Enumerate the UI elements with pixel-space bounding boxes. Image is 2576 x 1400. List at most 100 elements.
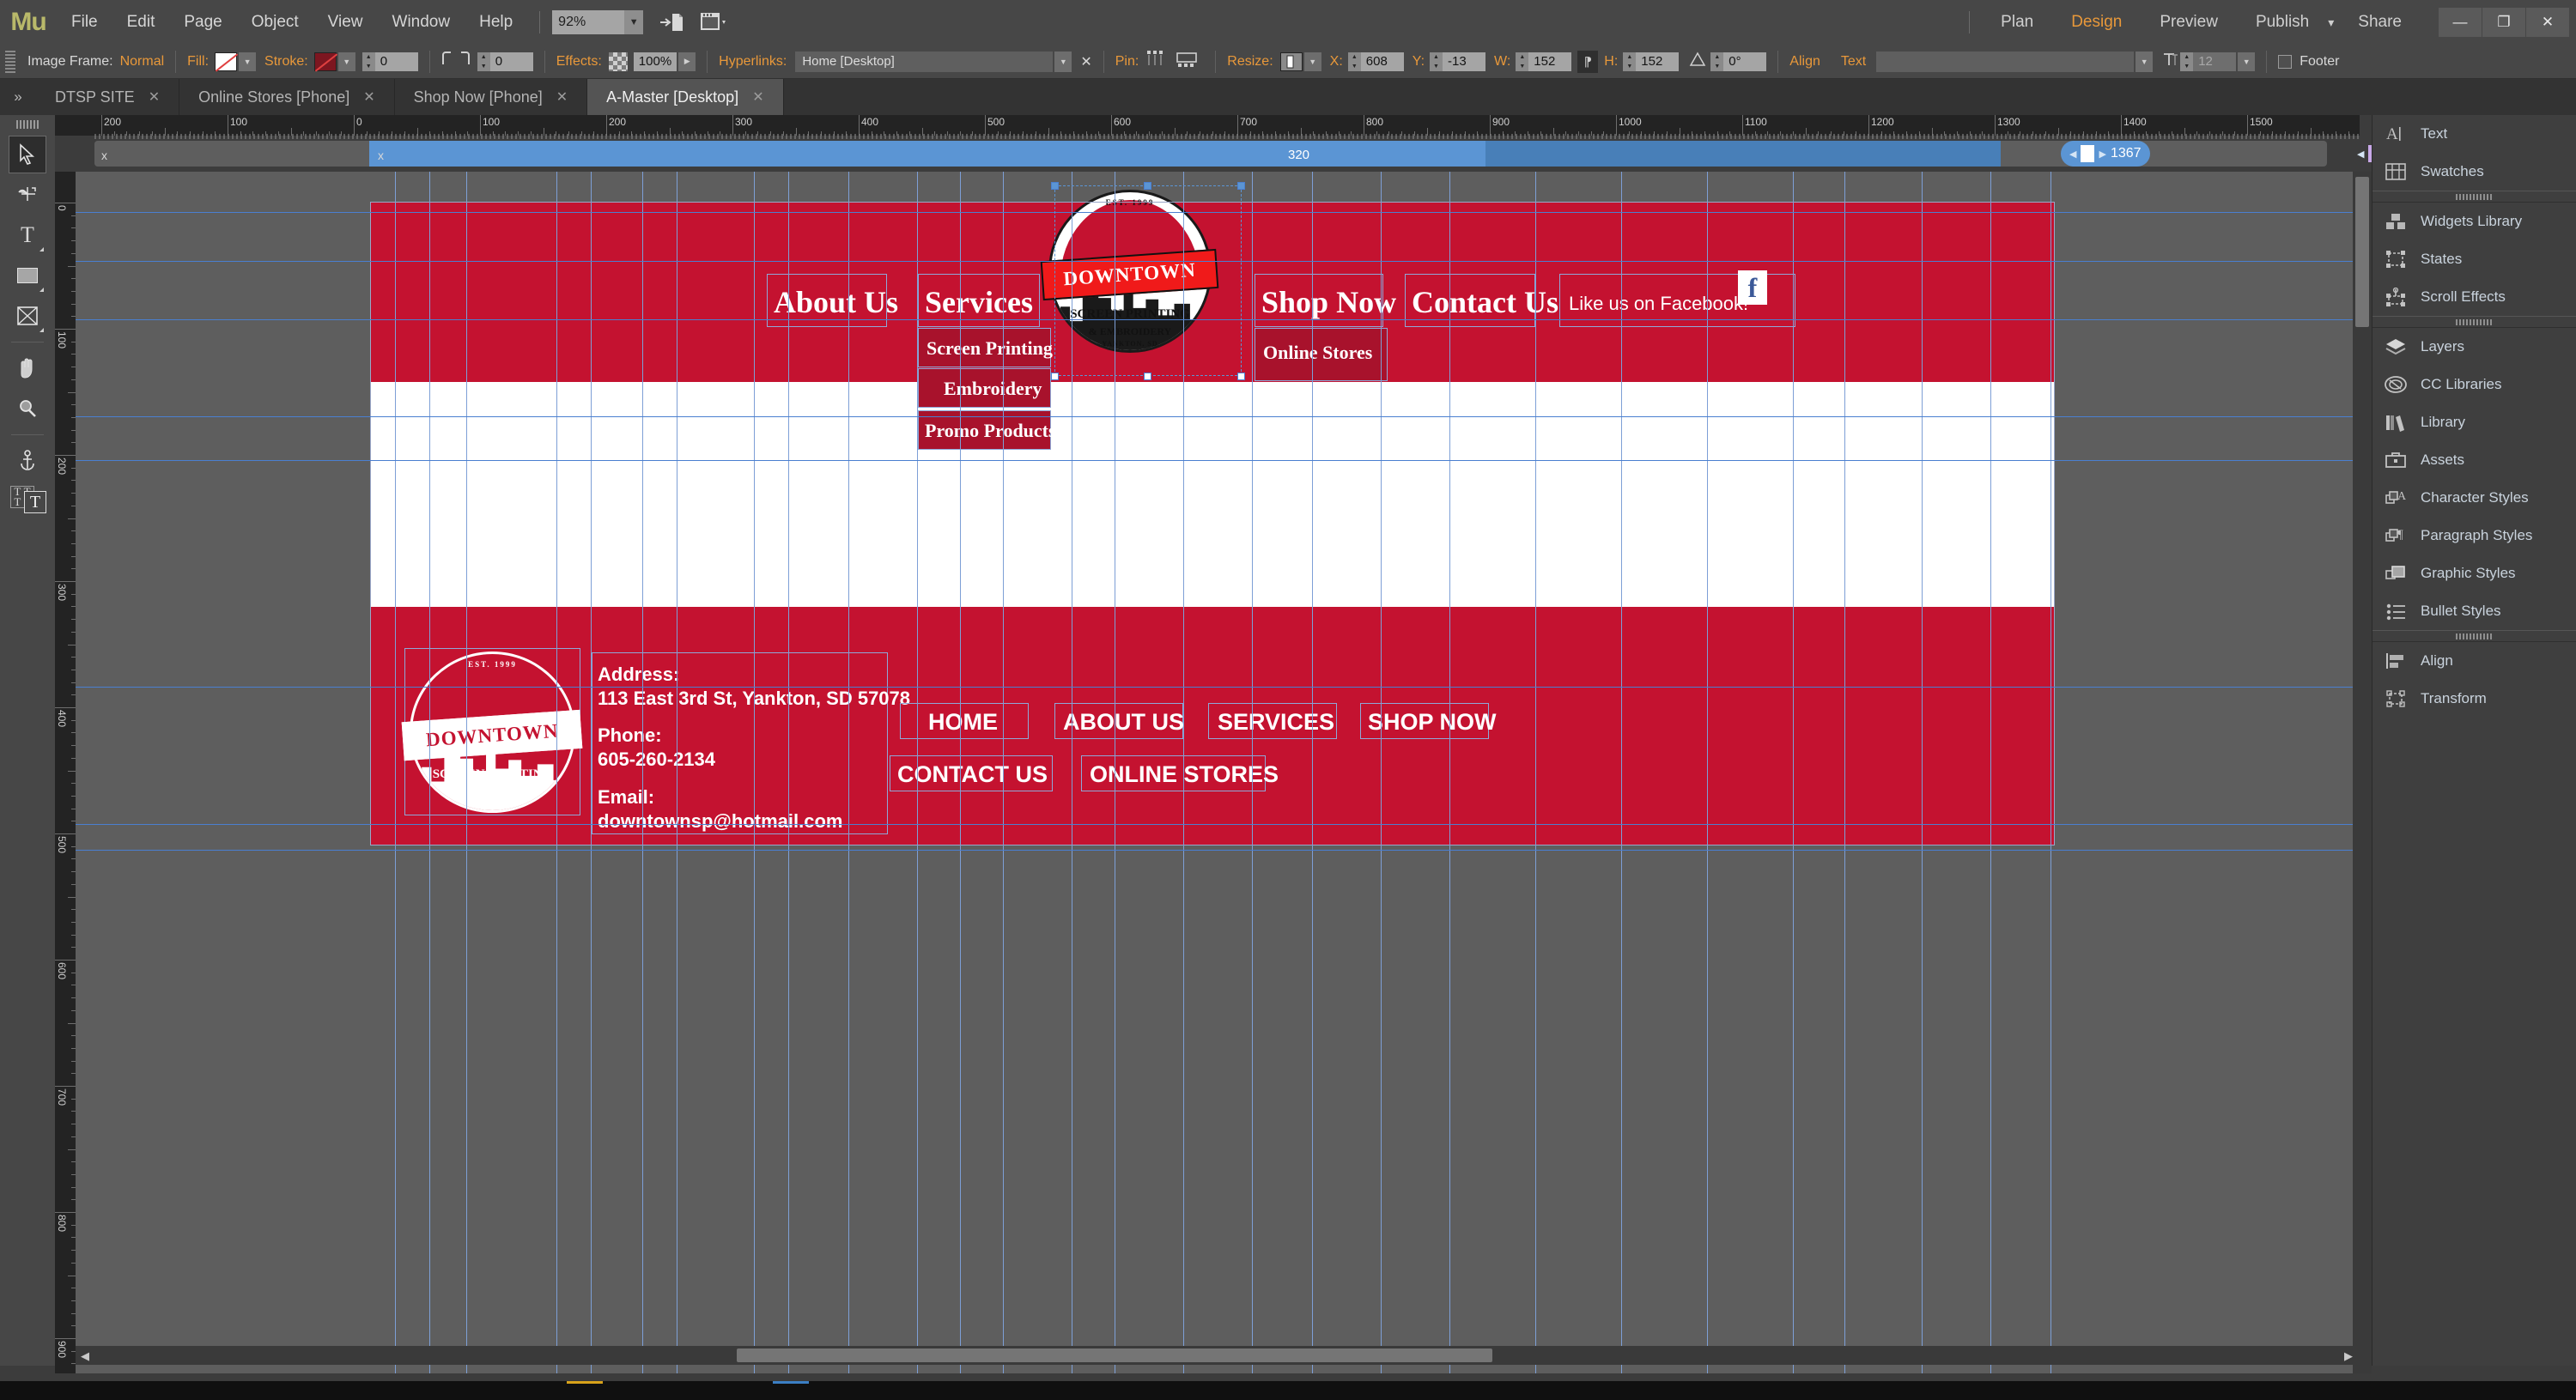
vertical-guide[interactable] xyxy=(1449,172,1450,1373)
effects-opacity-icon[interactable] xyxy=(608,52,628,71)
vertical-guide[interactable] xyxy=(429,172,430,1373)
zoom-tool[interactable] xyxy=(9,390,46,427)
design-canvas[interactable]: About Us Services Screen Printing Embroi… xyxy=(76,172,2360,1373)
vertical-guide[interactable] xyxy=(917,172,918,1373)
breakpoint-bar[interactable]: x x 320 ◀ ▶ 1367 ◀ ▶ 1800 « xyxy=(94,137,2440,170)
vertical-guide[interactable] xyxy=(642,172,643,1373)
tools-panel-gripper[interactable] xyxy=(16,120,39,129)
vertical-guide[interactable] xyxy=(395,172,396,1373)
tab-close-icon[interactable]: ✕ xyxy=(556,88,568,106)
text-tool[interactable]: T xyxy=(9,216,46,254)
breakpoint-marker-1367[interactable]: ◀ ▶ 1367 xyxy=(2061,141,2150,167)
pin-grid-icon[interactable] xyxy=(1145,48,1175,75)
x-stepper[interactable]: ▲ ▼ xyxy=(1347,52,1361,71)
vertical-guide[interactable] xyxy=(1793,172,1794,1373)
opacity-field[interactable]: 100% xyxy=(633,52,677,71)
breakpoint-active-marker[interactable]: x xyxy=(378,148,384,162)
panel-item-bullet-styles[interactable]: Bullet Styles xyxy=(2372,592,2576,630)
footer-logo[interactable]: EST. 1999 DOWNTOWN SCREEN PRINTING & EMB… xyxy=(401,652,584,813)
menu-page[interactable]: Page xyxy=(169,0,236,45)
pin-grid-icon-2[interactable] xyxy=(1175,48,1204,75)
tab-overflow-chevron-icon[interactable]: » xyxy=(0,79,36,115)
vertical-guide[interactable] xyxy=(1003,172,1004,1373)
selection-handle-ne[interactable] xyxy=(1237,182,1245,190)
window-close-button[interactable]: ✕ xyxy=(2526,8,2569,37)
link-proportions-icon[interactable]: ⁋ xyxy=(1577,50,1599,73)
tab-online-stores-phone[interactable]: Online Stores [Phone] ✕ xyxy=(179,79,395,115)
stroke-weight-field[interactable]: 0 xyxy=(374,52,418,71)
vertical-guide[interactable] xyxy=(556,172,557,1373)
panel-item-scroll-effects[interactable]: Scroll Effects xyxy=(2372,278,2576,316)
vertical-guide[interactable] xyxy=(591,172,592,1373)
menu-edit[interactable]: Edit xyxy=(112,0,170,45)
panel-item-cc-libraries[interactable]: CC Libraries xyxy=(2372,366,2576,403)
text-style-select[interactable] xyxy=(1876,51,2135,72)
horizontal-guide[interactable] xyxy=(76,416,2360,417)
vertical-ruler[interactable]: 0 100 200 300 400 500 600 700 800 900 xyxy=(55,172,76,1373)
window-minimize-button[interactable]: — xyxy=(2439,8,2482,37)
resize-dropdown-icon[interactable]: ▼ xyxy=(1303,52,1321,71)
control-bar-gripper[interactable] xyxy=(5,50,15,73)
tab-shop-now-phone[interactable]: Shop Now [Phone] ✕ xyxy=(394,79,588,115)
mode-design[interactable]: Design xyxy=(2052,0,2141,45)
facebook-icon[interactable]: f xyxy=(1738,270,1767,305)
screen-size-icon[interactable] xyxy=(700,10,727,34)
vertical-guide[interactable] xyxy=(754,172,755,1373)
zoom-combo[interactable]: 92% ▼ xyxy=(552,10,644,34)
panel-item-library[interactable]: Library xyxy=(2372,403,2576,441)
vertical-guide[interactable] xyxy=(1312,172,1313,1373)
vertical-guide[interactable] xyxy=(788,172,789,1373)
mode-plan[interactable]: Plan xyxy=(1982,0,2052,45)
hand-tool[interactable] xyxy=(9,349,46,387)
hyperlink-dropdown-icon[interactable]: ▼ xyxy=(1054,51,1072,72)
fill-swatch[interactable] xyxy=(215,52,238,71)
panel-item-paragraph-styles[interactable]: ¶ Paragraph Styles xyxy=(2372,517,2576,555)
menu-window[interactable]: Window xyxy=(378,0,465,45)
opacity-expand-icon[interactable]: ▶ xyxy=(678,52,696,71)
panel-item-layers[interactable]: Layers xyxy=(2372,328,2576,366)
horizontal-ruler[interactable]: 200 100 0 100 200 300 400 500 600 700 800 900 1000 11… xyxy=(76,115,2360,136)
resize-mode-icon[interactable] xyxy=(1279,52,1303,71)
chevron-down-icon[interactable]: ▼ xyxy=(624,10,644,34)
mode-publish[interactable]: Publish xyxy=(2237,0,2328,45)
tab-close-icon[interactable]: ✕ xyxy=(752,88,763,106)
menu-object[interactable]: Object xyxy=(237,0,313,45)
vertical-guide[interactable] xyxy=(960,172,961,1373)
panel-group-divider[interactable] xyxy=(2372,191,2576,203)
canvas-horizontal-scrollbar[interactable]: ◀ ▶ xyxy=(76,1346,2360,1365)
menu-file[interactable]: File xyxy=(57,0,112,45)
selection-handle-n[interactable] xyxy=(1144,182,1151,190)
rotation-stepper[interactable]: ▲ ▼ xyxy=(1710,52,1724,71)
zoom-level-value[interactable]: 92% xyxy=(552,10,625,34)
vertical-guide[interactable] xyxy=(1381,172,1382,1373)
object-state-value[interactable]: Normal xyxy=(120,54,165,70)
tab-dtsp-site[interactable]: DTSP SITE ✕ xyxy=(36,79,180,115)
menu-help[interactable]: Help xyxy=(465,0,527,45)
tab-a-master-desktop[interactable]: A-Master [Desktop] ✕ xyxy=(587,79,784,115)
vertical-guide[interactable] xyxy=(1844,172,1845,1373)
h-field[interactable]: 152 xyxy=(1636,52,1680,71)
h-stepper[interactable]: ▲ ▼ xyxy=(1623,52,1637,71)
selection-tool[interactable] xyxy=(9,136,46,173)
scroll-right-arrow-icon[interactable]: ▶ xyxy=(2344,1349,2353,1363)
fill-dropdown-icon[interactable]: ▼ xyxy=(239,52,257,71)
tab-close-icon[interactable]: ✕ xyxy=(149,88,160,106)
breakpoint-inactive-range[interactable] xyxy=(94,141,369,167)
panel-group-divider[interactable] xyxy=(2372,316,2576,328)
stroke-swatch[interactable] xyxy=(313,52,337,71)
horizontal-scroll-thumb[interactable] xyxy=(737,1348,1492,1362)
horizontal-guide[interactable] xyxy=(76,824,2360,825)
panel-item-states[interactable]: States xyxy=(2372,240,2576,278)
window-restore-button[interactable]: ❐ xyxy=(2482,8,2525,37)
panel-item-text[interactable]: A Text xyxy=(2372,115,2576,153)
corner-radius-stepper[interactable]: ▲ ▼ xyxy=(477,52,490,71)
tab-close-icon[interactable]: ✕ xyxy=(363,88,374,106)
vertical-guide[interactable] xyxy=(1621,172,1622,1373)
vertical-guide[interactable] xyxy=(1535,172,1536,1373)
crop-tool[interactable] xyxy=(9,176,46,214)
panel-item-align[interactable]: Align xyxy=(2372,642,2576,680)
panel-group-divider[interactable] xyxy=(2372,630,2576,642)
horizontal-guide[interactable] xyxy=(76,460,2360,461)
horizontal-guide[interactable] xyxy=(76,850,2360,851)
canvas-vertical-scrollbar[interactable] xyxy=(2353,172,2372,1373)
